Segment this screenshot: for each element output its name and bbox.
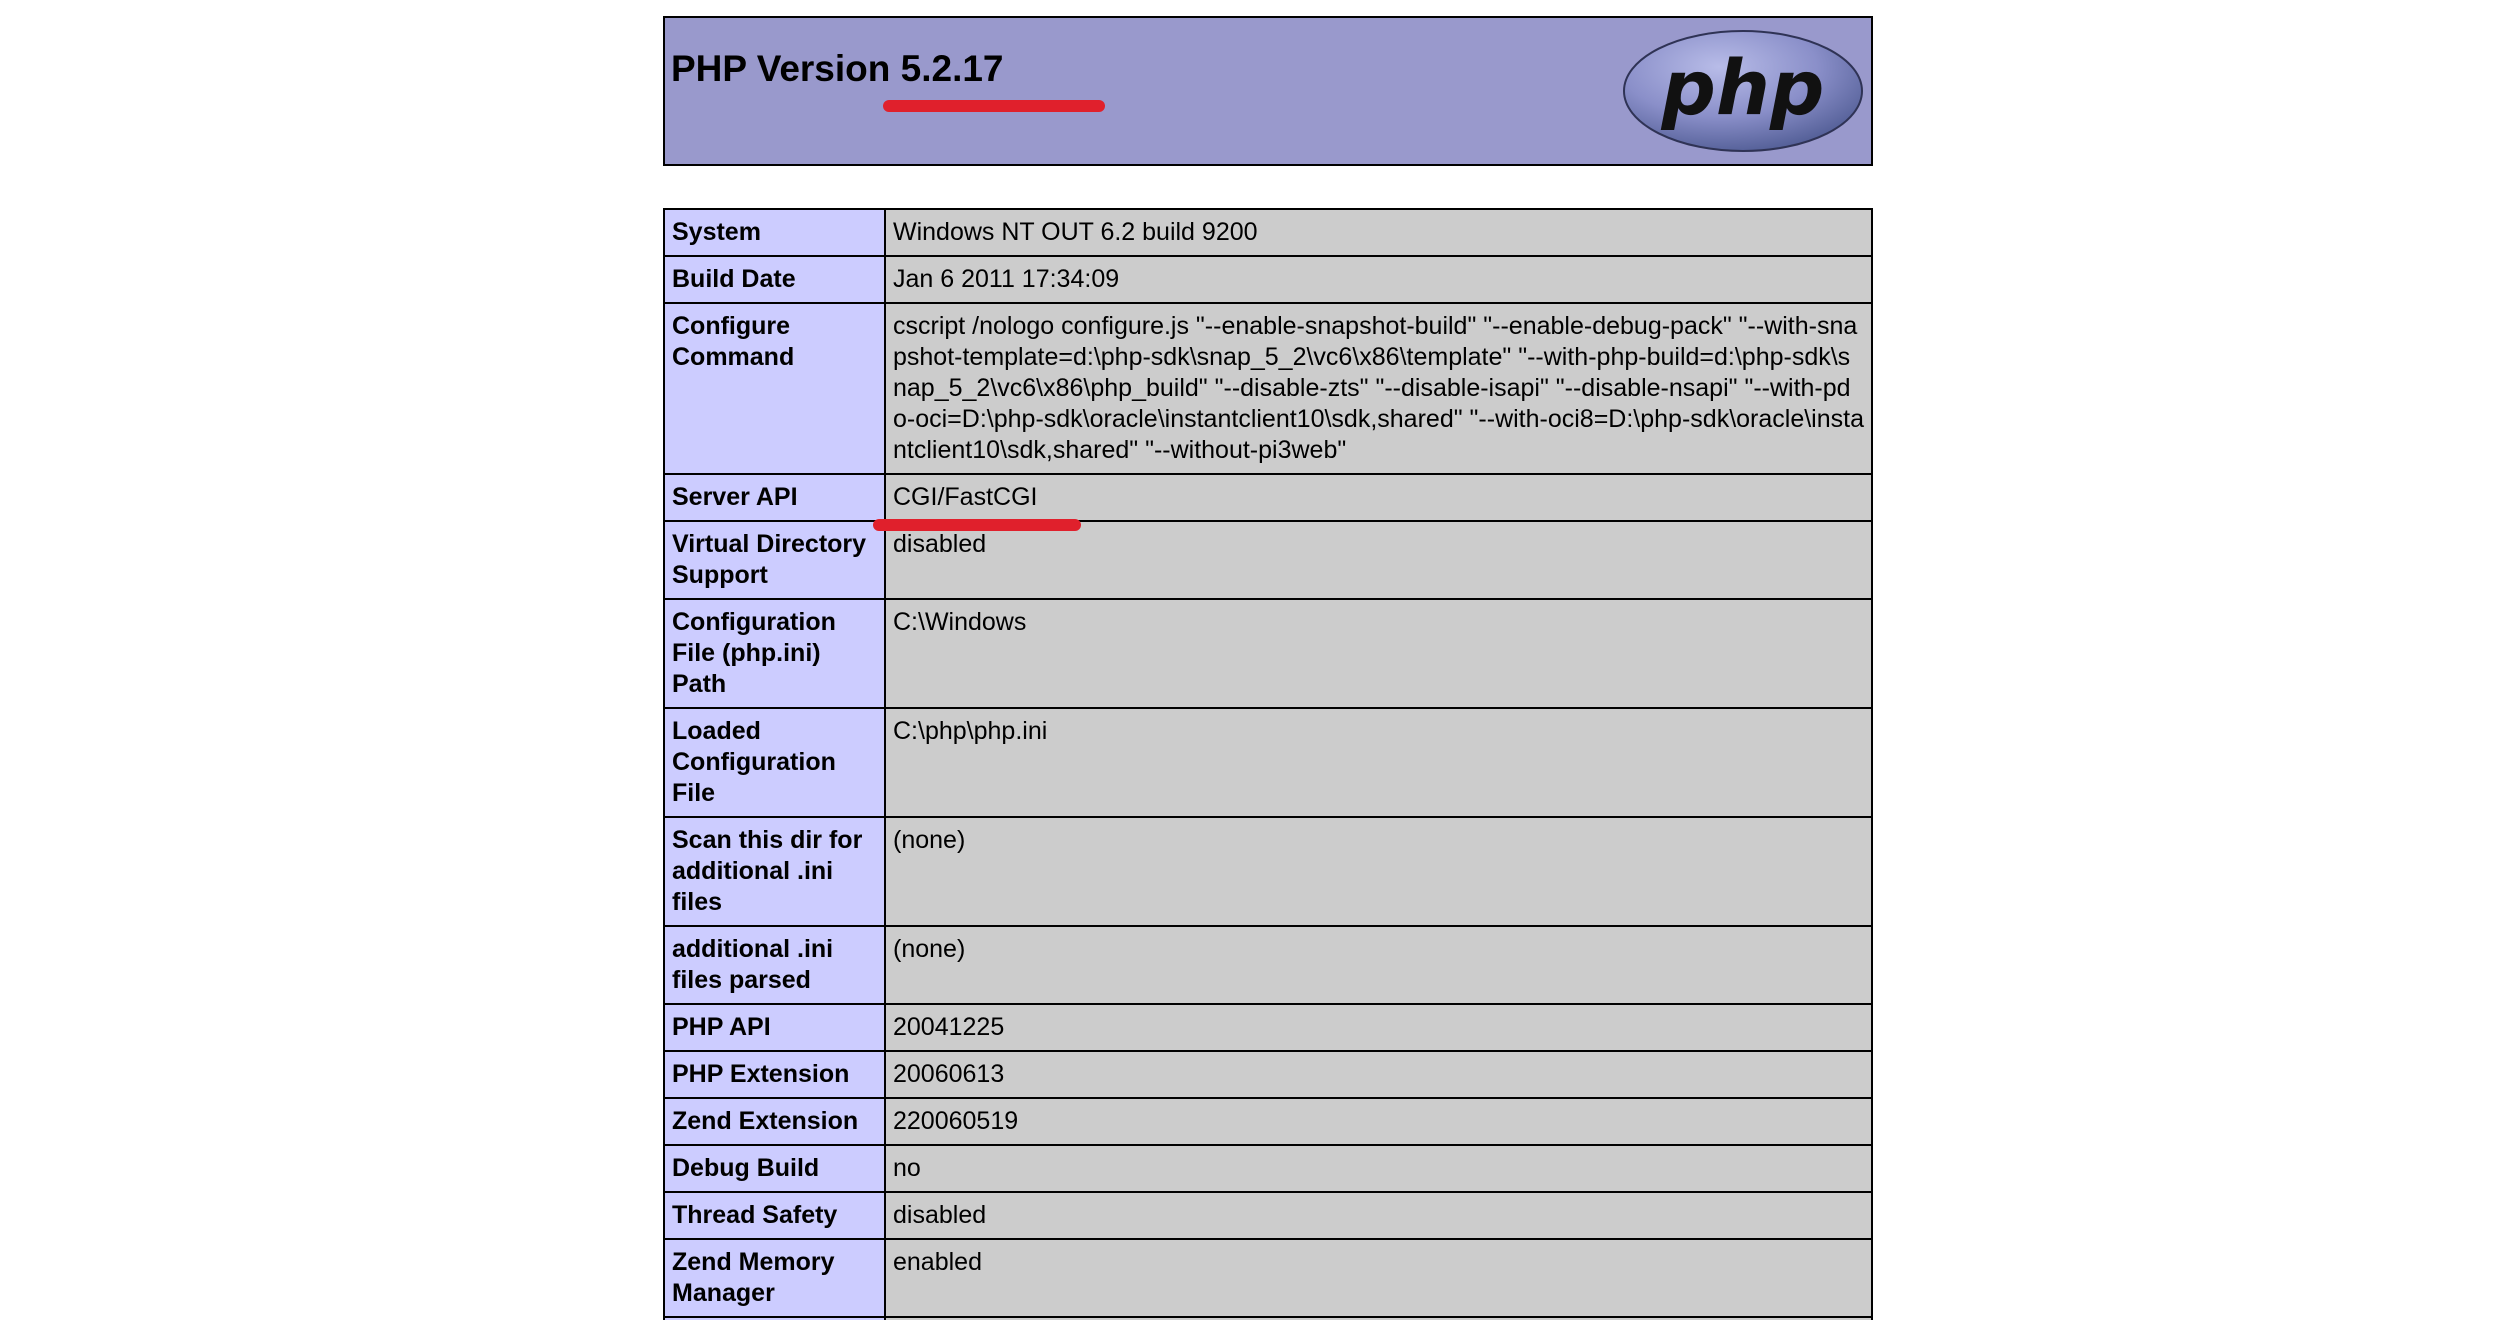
row-value: disabled bbox=[884, 1191, 1873, 1240]
table-row: Scan this dir for additional .ini files(… bbox=[663, 816, 1873, 927]
row-value: 220060519 bbox=[884, 1097, 1873, 1146]
row-value: disabled bbox=[884, 520, 1873, 600]
table-row: Build Date Jan 6 2011 17:34:09 bbox=[663, 255, 1873, 304]
table-row: Debug Build no bbox=[663, 1144, 1873, 1193]
row-value: 20041225 bbox=[884, 1003, 1873, 1052]
table-row: Virtual Directory Support disabled bbox=[663, 520, 1873, 600]
table-row: Configuration File (php.ini) Path C:\Wind… bbox=[663, 598, 1873, 709]
row-key: PHP Extension bbox=[663, 1050, 886, 1099]
row-key: Configuration File (php.ini) Path bbox=[663, 598, 886, 709]
phpinfo-page: PHP Version 5.2.17 php System Windows NT … bbox=[663, 16, 1873, 1320]
row-key: Debug Build bbox=[663, 1144, 886, 1193]
row-value: (none) bbox=[884, 925, 1873, 1005]
row-key: Zend Memory Manager bbox=[663, 1238, 886, 1318]
row-key: PHP API bbox=[663, 1003, 886, 1052]
row-value: Windows NT OUT 6.2 build 9200 bbox=[884, 208, 1873, 257]
row-value: no bbox=[884, 1144, 1873, 1193]
row-key: Zend Extension bbox=[663, 1097, 886, 1146]
row-key: Thread Safety bbox=[663, 1191, 886, 1240]
phpinfo-table: System Windows NT OUT 6.2 build 9200 Buil… bbox=[663, 208, 1873, 1320]
table-row: Server API CGI/FastCGI bbox=[663, 473, 1873, 522]
table-row: Configure Command cscript /nologo configu… bbox=[663, 302, 1873, 475]
row-value: C:\Windows bbox=[884, 598, 1873, 709]
row-key: Build Date bbox=[663, 255, 886, 304]
table-row: Loaded Configuration File C:\php\php.ini bbox=[663, 707, 1873, 818]
table-row: Zend Extension 220060519 bbox=[663, 1097, 1873, 1146]
row-value: CGI/FastCGI bbox=[884, 473, 1873, 522]
row-value: Jan 6 2011 17:34:09 bbox=[884, 255, 1873, 304]
row-value: enabled bbox=[884, 1238, 1873, 1318]
row-value: 20060613 bbox=[884, 1050, 1873, 1099]
row-value: C:\php\php.ini bbox=[884, 707, 1873, 818]
page-title: PHP Version 5.2.17 bbox=[671, 48, 1004, 89]
row-key: Virtual Directory Support bbox=[663, 520, 886, 600]
table-row: PHP API 20041225 bbox=[663, 1003, 1873, 1052]
row-key: System bbox=[663, 208, 886, 257]
row-key: Loaded Configuration File bbox=[663, 707, 886, 818]
table-row: PHP Extension 20060613 bbox=[663, 1050, 1873, 1099]
version-highlight-mark bbox=[883, 100, 1105, 112]
row-key: Server API bbox=[663, 473, 886, 522]
row-value: cscript /nologo configure.js "--enable-s… bbox=[884, 302, 1873, 475]
php-version-header: PHP Version 5.2.17 php bbox=[663, 16, 1873, 166]
row-key: Scan this dir for additional .ini files bbox=[663, 816, 886, 927]
row-value: (none) bbox=[884, 816, 1873, 927]
php-logo-text: php bbox=[1661, 43, 1825, 132]
table-row: additional .ini files parsed (none) bbox=[663, 925, 1873, 1005]
table-row: Thread Safety disabled bbox=[663, 1191, 1873, 1240]
server-api-highlight-mark bbox=[873, 519, 1081, 531]
php-logo: php bbox=[1623, 30, 1863, 152]
table-row: Zend Memory Manager enabled bbox=[663, 1238, 1873, 1318]
row-key: Configure Command bbox=[663, 302, 886, 475]
row-key: additional .ini files parsed bbox=[663, 925, 886, 1005]
table-row: System Windows NT OUT 6.2 build 9200 bbox=[663, 208, 1873, 257]
